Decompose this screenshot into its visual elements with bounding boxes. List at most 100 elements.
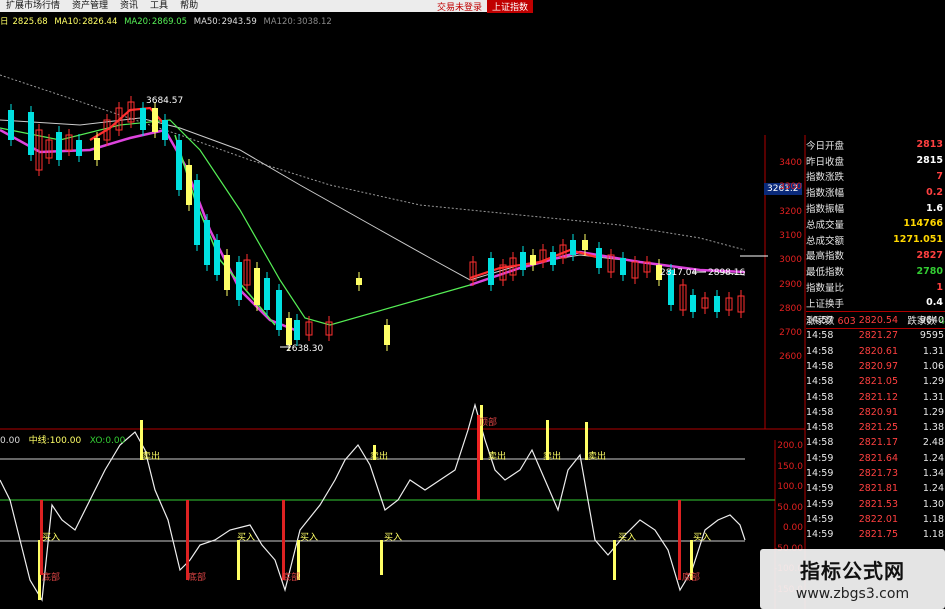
candle-body — [176, 140, 182, 190]
tick-price: 2821.05 — [858, 376, 898, 388]
tick-time: 14:58 — [806, 391, 834, 403]
tick-time: 14:57 — [806, 315, 834, 326]
sell-signal-bar — [480, 405, 483, 460]
ma120-line — [0, 74, 746, 251]
kline-chart[interactable]: 卖出 卖出 卖出 卖出 卖出买入 买入 买入 买入 买入 买入底部 底部 底部 底部 顶部 3684.57… — [0, 0, 945, 609]
candle-body — [276, 290, 282, 330]
watermark-title: 指标公式网 — [800, 559, 905, 583]
quote-row: 指数量比 1 — [806, 279, 945, 295]
quote-value: 2813 — [916, 139, 943, 151]
sell-label: 卖出 — [588, 450, 606, 462]
tick-price: 2820.97 — [858, 360, 898, 372]
bottom-signal-bar — [678, 500, 681, 580]
mid-label: 中线: — [28, 436, 50, 446]
tick-price: 2822.01 — [858, 513, 898, 525]
price-tick-label: 3100 — [779, 230, 802, 241]
quote-row: 最高指数 2827 — [806, 248, 945, 264]
quote-label: 指数涨跌 — [806, 172, 845, 184]
candle-body — [714, 296, 720, 312]
tick-row: 14:58 2821.12 1.31 — [806, 392, 945, 407]
sell-label: 卖出 — [142, 450, 160, 462]
sell-label: 卖出 — [543, 450, 561, 462]
tick-time: 14:59 — [806, 529, 834, 541]
tick-row: 14:59 2821.75 1.18 — [806, 529, 945, 544]
indicator-tick-label: 200.0 — [777, 441, 803, 451]
tick-volume: 1.18 — [922, 513, 944, 525]
range-end-label: 2898.16 — [708, 268, 745, 278]
quote-row: 指数振幅 1.6 — [806, 200, 945, 216]
sell-label: 卖出 — [370, 450, 388, 462]
low-price-label: 2638.30 — [286, 344, 323, 354]
indicator-tick-label: 150.0 — [777, 461, 803, 472]
tick-time: 14:58 — [806, 330, 834, 342]
price-tick-label: 2800 — [779, 303, 802, 314]
tick-price: 2821.25 — [858, 422, 898, 434]
indicator-legend: 0.00 中线:100.00 XO:0.00 — [0, 433, 125, 446]
bottom-label: 底部 — [42, 571, 60, 583]
tick-row: 14:58 2821.27 9595 — [806, 330, 945, 345]
range-start-label: 2817.04 — [660, 268, 697, 278]
tick-row: 14:59 2821.53 1.30 — [806, 499, 945, 514]
tick-price: 2821.75 — [858, 529, 898, 541]
price-tick-label: 3300 — [779, 182, 802, 193]
watermark: 指标公式网 www.zbgs3.com — [760, 549, 945, 609]
candle-body — [214, 240, 220, 275]
tick-price: 2821.53 — [858, 498, 898, 510]
candle-body — [236, 262, 242, 300]
quote-row: 今日开盘 2813 — [806, 137, 945, 153]
candle-body — [8, 110, 14, 140]
sell-label: 卖出 — [488, 450, 506, 462]
tick-price: 2821.17 — [858, 437, 898, 449]
quote-row: 指数涨幅 0.2 — [806, 184, 945, 200]
tick-row: 14:59 2821.73 1.34 — [806, 468, 945, 483]
buy-signal-bar — [380, 540, 383, 575]
tick-volume: 1.18 — [922, 529, 944, 541]
candle-body — [520, 252, 526, 270]
candle-body — [28, 112, 34, 155]
quote-label: 最低指数 — [806, 267, 845, 279]
candle-body — [140, 108, 146, 130]
tick-price: 2821.27 — [858, 330, 898, 342]
candle-body — [690, 295, 696, 312]
tick-volume: 1.31 — [922, 345, 944, 357]
tick-row: 14:58 2820.61 1.31 — [806, 346, 945, 361]
quote-panel: 今日开盘 2813 昨日收盘 2815 指数涨跌 7 指数涨幅 0.2 指数振幅 1.6 总成交量 1… — [806, 137, 945, 329]
candle-body — [286, 318, 292, 345]
tick-price: 2821.12 — [858, 391, 898, 403]
bottom-signal-bar — [282, 500, 285, 580]
tick-volume: 1.29 — [922, 406, 944, 418]
quote-label: 上证换手 — [806, 298, 845, 310]
candle-body — [194, 180, 200, 245]
tick-time: 14:59 — [806, 452, 834, 464]
tick-row: 14:58 2821.17 2.48 — [806, 437, 945, 452]
tick-volume: 1.30 — [922, 498, 944, 510]
tick-time: 14:58 — [806, 345, 834, 357]
watermark-url: www.zbgs3.com — [795, 586, 910, 602]
tick-time: 14:59 — [806, 498, 834, 510]
tick-time: 14:59 — [806, 513, 834, 525]
price-tick-label: 3000 — [779, 255, 802, 266]
quote-label: 指数量比 — [806, 283, 845, 295]
candle-body — [186, 165, 192, 205]
tick-price: 2821.81 — [858, 483, 898, 495]
quote-value: 1.6 — [926, 202, 943, 214]
tick-volume: 9595 — [919, 330, 944, 342]
ma20-line — [0, 119, 746, 326]
quote-label: 昨日收盘 — [806, 156, 845, 168]
candle-body — [162, 120, 168, 140]
quote-label: 总成交量 — [806, 219, 845, 231]
quote-value: 0.4 — [926, 297, 943, 309]
buy-signal-bar — [613, 540, 616, 580]
candle-body — [264, 278, 270, 310]
tick-price: 2821.73 — [858, 468, 898, 479]
bottom-label: 底部 — [188, 571, 206, 583]
quote-value: 0.2 — [926, 186, 943, 198]
price-tick-label: 2900 — [779, 279, 802, 290]
quote-row: 上证换手 0.4 — [806, 295, 945, 311]
indicator-tick-label: 50.00 — [777, 502, 803, 513]
price-tick-label: 3400 — [779, 158, 802, 168]
quote-value: 2780 — [916, 265, 943, 277]
quote-row: 最低指数 2780 — [806, 263, 945, 279]
tick-price: 2820.54 — [858, 315, 898, 326]
quote-label: 最高指数 — [806, 251, 845, 263]
